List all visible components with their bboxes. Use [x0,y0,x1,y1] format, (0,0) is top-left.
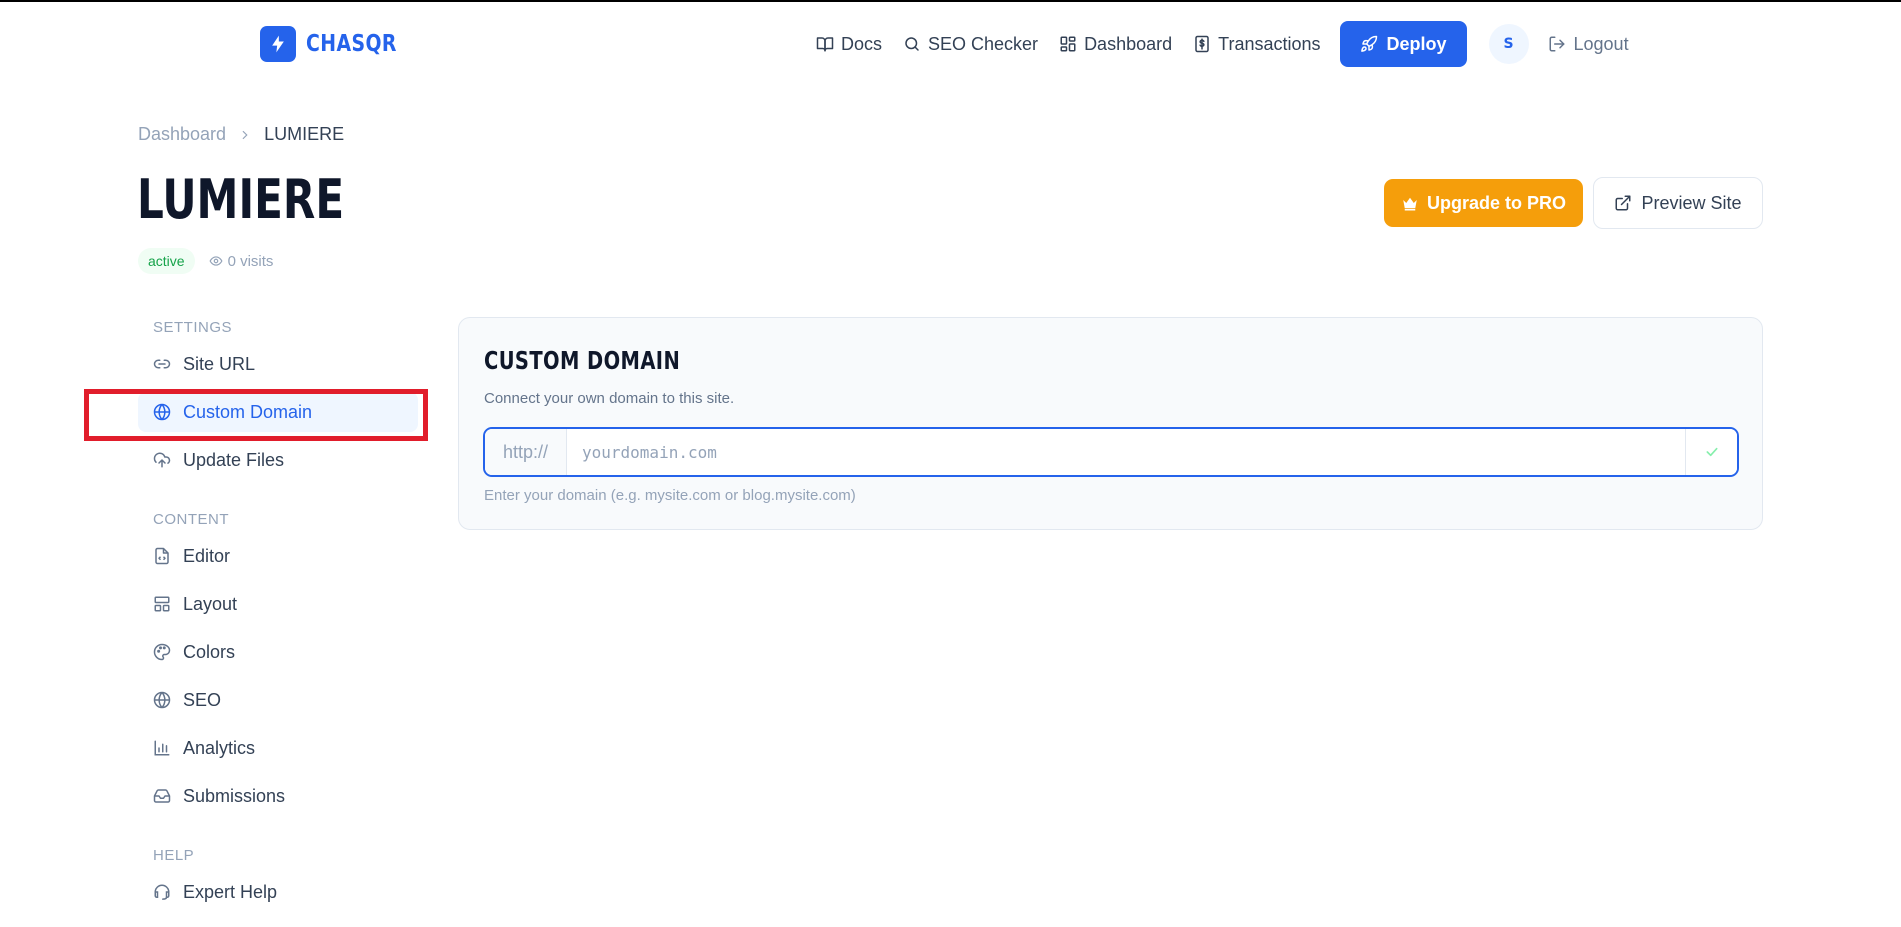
main-nav: Docs SEO Checker Dashboard Transactions … [816,21,1629,67]
bolt-icon [260,26,296,62]
nav-docs[interactable]: Docs [816,34,882,55]
domain-help-text: Enter your domain (e.g. mysite.com or bl… [484,487,856,504]
sidebar-item-label: Colors [183,641,236,662]
sidebar-item-site-url[interactable]: Site URL [138,344,418,384]
top-header: CHASQR Docs SEO Checker Dashboard Transa… [0,2,1901,84]
logout-icon [1549,36,1565,52]
nav-transactions-label: Transactions [1218,33,1321,54]
sidebar-item-label: Layout [183,593,238,614]
sidebar-section-settings: SETTINGS [153,318,233,336]
headset-icon [154,884,170,900]
user-avatar[interactable]: S [1488,24,1529,64]
nav-transactions[interactable]: Transactions [1193,33,1321,55]
confirm-domain-button[interactable] [1685,429,1737,475]
sidebar-section-help: HELP [153,846,195,864]
external-link-icon [1615,195,1631,211]
search-icon [905,37,919,51]
settings-sidebar: SETTINGS Site URL Custom Domain Update F… [138,310,423,920]
page-title: LUMIERE [137,168,345,231]
deploy-label: Deploy [1386,33,1447,54]
brand-logo[interactable]: CHASQR [260,26,417,62]
breadcrumb: Dashboard LUMIERE [138,124,344,145]
cloud-upload-icon [153,452,171,468]
sidebar-item-update-files[interactable]: Update Files [138,440,418,480]
globe-icon [153,403,171,421]
rocket-icon [1360,35,1377,52]
bar-chart-icon [154,740,170,756]
sidebar-section-content: CONTENT [153,510,229,528]
link-icon [153,359,171,369]
sidebar-item-label: Site URL [183,353,256,374]
sidebar-item-submissions[interactable]: Submissions [138,776,418,816]
domain-input-group: http:// [483,427,1739,477]
custom-domain-card: CUSTOM DOMAIN Connect your own domain to… [458,317,1763,530]
breadcrumb-dashboard[interactable]: Dashboard [138,124,226,145]
nav-seo-checker-label: SEO Checker [928,33,1039,54]
receipt-icon [1195,35,1209,53]
nav-docs-label: Docs [841,33,883,54]
sidebar-item-expert-help[interactable]: Expert Help [138,872,418,912]
sidebar-item-layout[interactable]: Layout [138,584,418,624]
upgrade-label: Upgrade to PRO [1426,192,1566,213]
palette-icon [153,643,171,661]
card-title: CUSTOM DOMAIN [484,346,681,375]
nav-dashboard[interactable]: Dashboard [1059,34,1172,55]
crown-icon [1403,197,1417,211]
sidebar-item-label: Update Files [183,449,285,470]
card-description: Connect your own domain to this site. [484,390,735,407]
inbox-icon [153,789,171,803]
chevron-right-icon [242,130,248,139]
book-icon [816,37,834,52]
sidebar-item-label: Submissions [183,785,286,806]
grid-icon [1060,36,1076,52]
check-icon [1706,447,1717,457]
file-code-icon [155,547,169,565]
eye-icon [209,256,223,266]
nav-dashboard-label: Dashboard [1084,33,1173,54]
sidebar-item-label: Expert Help [183,881,278,902]
preview-label: Preview Site [1641,192,1742,213]
breadcrumb-current: LUMIERE [264,124,345,144]
domain-input[interactable] [567,429,1685,475]
logout-label: Logout [1573,33,1629,54]
sidebar-item-custom-domain[interactable]: Custom Domain [138,392,418,432]
brand-name: CHASQR [306,31,397,57]
sidebar-item-label: Analytics [183,737,256,758]
logout-link[interactable]: Logout [1548,34,1629,55]
sidebar-item-seo[interactable]: SEO [138,680,418,720]
site-meta: active 0 visits [138,248,273,274]
globe-icon [153,691,171,709]
sidebar-item-label: Editor [183,545,231,566]
sidebar-item-editor[interactable]: Editor [138,536,418,576]
sidebar-item-colors[interactable]: Colors [138,632,418,672]
sidebar-item-label: SEO [183,689,222,710]
deploy-button[interactable]: Deploy [1339,21,1467,67]
status-badge: active [138,248,195,274]
preview-site-button[interactable]: Preview Site [1593,177,1763,229]
visits-count: 0 visits [209,252,274,270]
sidebar-item-label: Custom Domain [183,401,313,422]
upgrade-pro-button[interactable]: Upgrade to PRO [1384,179,1583,227]
protocol-prefix: http:// [485,429,567,475]
layout-icon [154,596,170,612]
visits-label: 0 visits [227,252,274,270]
nav-seo-checker[interactable]: SEO Checker [903,34,1038,55]
sidebar-item-analytics[interactable]: Analytics [138,728,418,768]
